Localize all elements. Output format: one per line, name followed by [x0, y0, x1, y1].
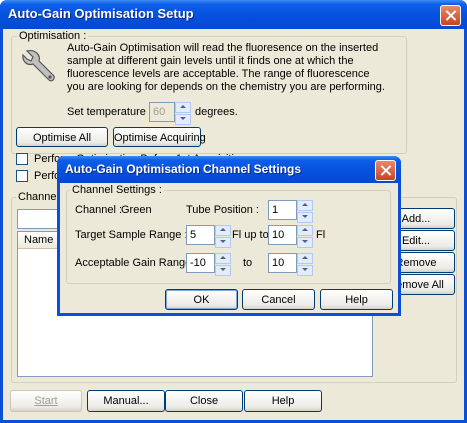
main-title-bar[interactable]: Auto-Gain Optimisation Setup	[0, 0, 467, 29]
temperature-input[interactable]: 60	[149, 102, 175, 122]
main-close-icon[interactable]	[440, 5, 461, 26]
tube-position-input[interactable]: 1	[268, 200, 297, 220]
target-max-spinner[interactable]	[297, 225, 313, 248]
channel-settings-dialog: Auto-Gain Optimisation Channel Settings …	[57, 156, 401, 316]
start-button[interactable]: Start	[10, 390, 82, 412]
gain-min-input[interactable]: -10	[186, 253, 215, 273]
optimisation-group-label: Optimisation :	[17, 30, 89, 42]
main-window-title: Auto-Gain Optimisation Setup	[8, 6, 194, 21]
perform-before-checkbox[interactable]	[16, 153, 28, 165]
tube-position-label: Tube Position :	[186, 204, 259, 216]
gain-range-label: Acceptable Gain Range:	[75, 257, 195, 269]
optimise-all-button[interactable]: Optimise All	[16, 127, 108, 147]
temperature-unit: degrees.	[195, 106, 238, 118]
gain-to-label: to	[243, 257, 253, 269]
perform-checkbox[interactable]	[16, 170, 28, 182]
gain-max-input[interactable]: 10	[268, 253, 297, 273]
wrench-icon	[22, 50, 55, 82]
table-header-name[interactable]: Name	[18, 232, 59, 249]
target-max-input[interactable]: 10	[268, 225, 297, 245]
cancel-button[interactable]: Cancel	[242, 289, 315, 310]
dialog-title-bar[interactable]: Auto-Gain Optimisation Channel Settings	[57, 156, 401, 183]
channel-value: Green	[121, 204, 152, 216]
temperature-label: Set temperature to	[67, 106, 159, 118]
dialog-title: Auto-Gain Optimisation Channel Settings	[65, 162, 302, 176]
gain-min-spinner[interactable]	[215, 253, 231, 276]
target-unit-label: Fl	[316, 229, 326, 241]
target-min-spinner[interactable]	[215, 225, 231, 248]
optimise-acquiring-button[interactable]: Optimise Acquiring	[113, 127, 206, 147]
dialog-body: Channel Settings : Channel : Green Tube …	[60, 183, 398, 313]
help-button[interactable]: Help	[244, 390, 322, 412]
gain-max-spinner[interactable]	[297, 253, 313, 276]
dialog-group-label: Channel Settings :	[70, 184, 164, 196]
close-button[interactable]: Close	[165, 390, 243, 412]
channel-label: Channel :	[75, 204, 123, 216]
manual-button[interactable]: Manual...	[87, 390, 165, 412]
target-min-input[interactable]: 5	[186, 225, 215, 245]
target-range-label: Target Sample Range :	[75, 229, 188, 241]
target-mid-label: Fl up to	[232, 229, 269, 241]
optimisation-description: Auto-Gain Optimisation will read the flu…	[67, 42, 385, 93]
ok-button[interactable]: OK	[165, 289, 238, 310]
dialog-close-icon[interactable]	[375, 160, 396, 181]
dialog-help-button[interactable]: Help	[320, 289, 393, 310]
tube-position-spinner[interactable]	[297, 200, 313, 223]
table-header-name-label: Name	[24, 234, 54, 246]
temperature-spinner[interactable]	[175, 102, 191, 125]
